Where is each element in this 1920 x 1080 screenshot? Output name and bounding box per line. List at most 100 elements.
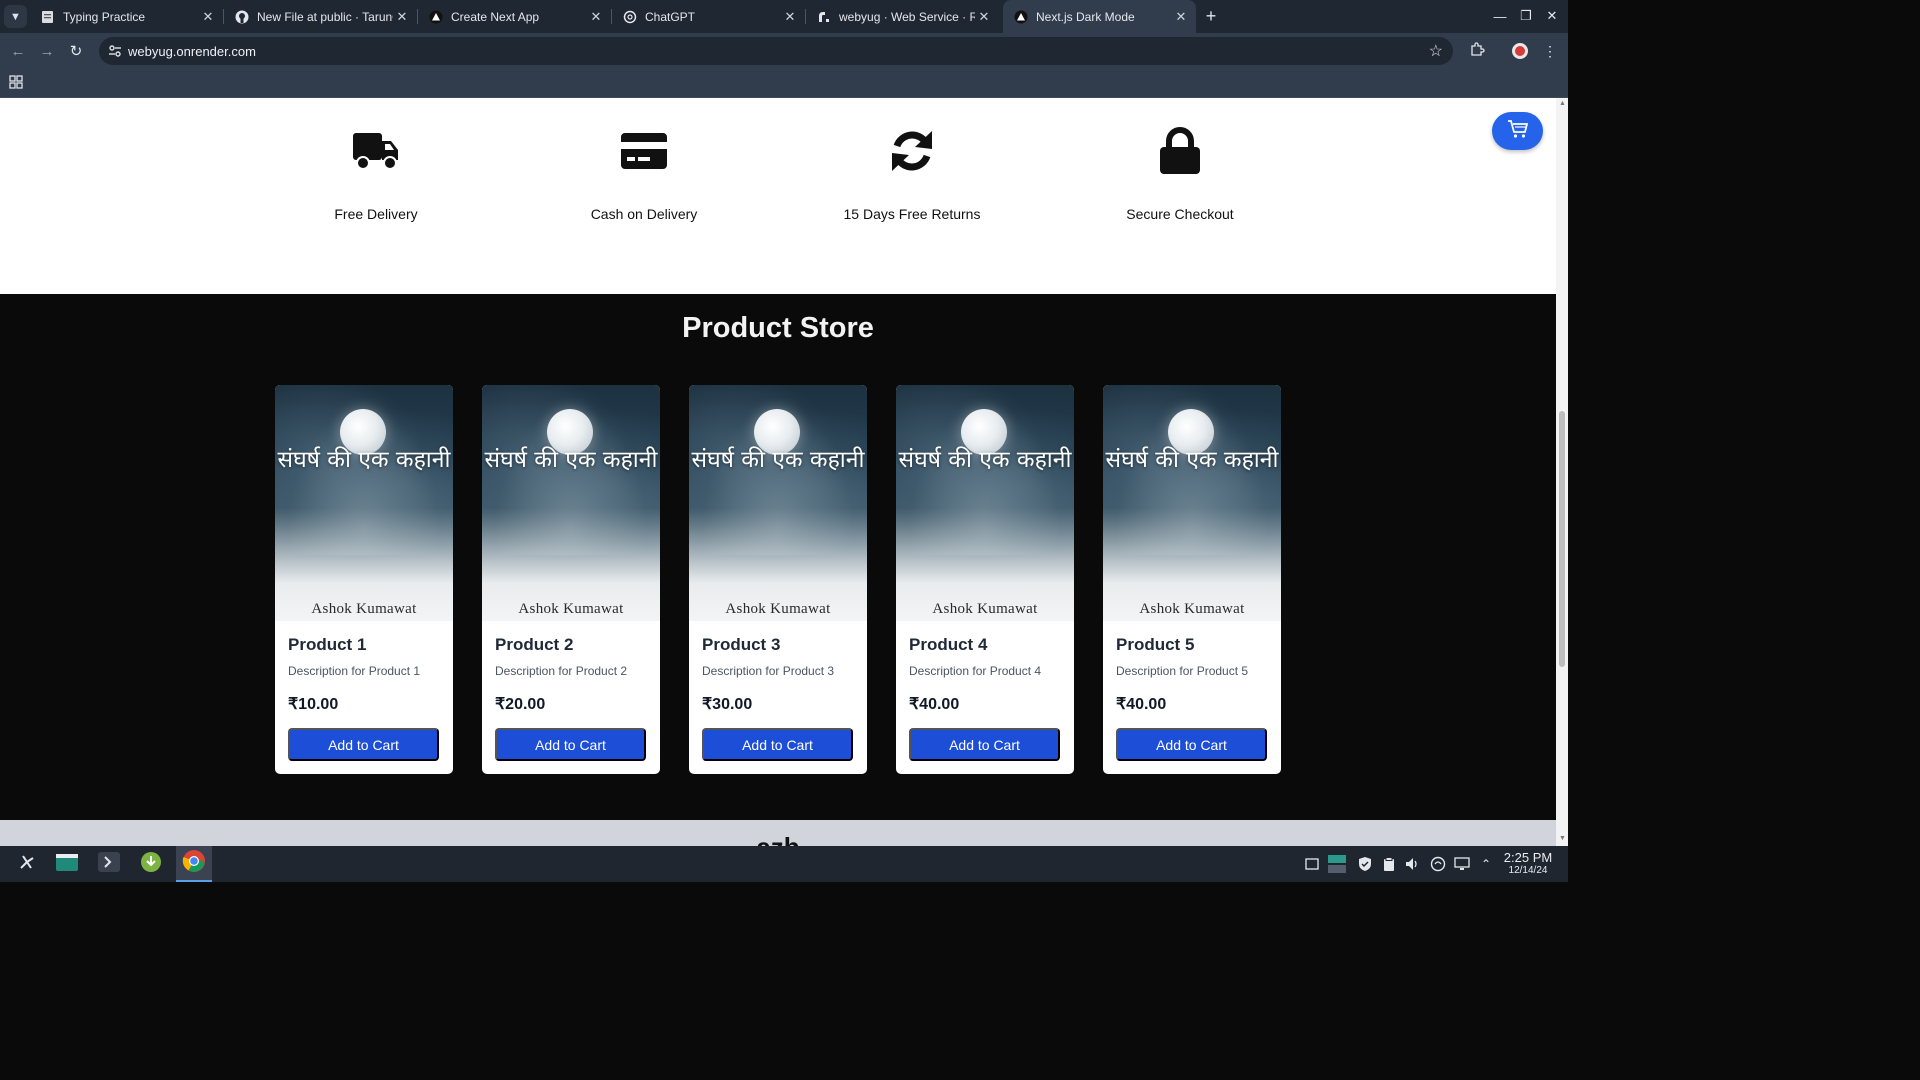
profile-button[interactable] (1509, 40, 1531, 62)
display-icon[interactable] (1453, 855, 1471, 873)
scroll-down-icon[interactable]: ▼ (1559, 835, 1566, 842)
add-to-cart-button[interactable]: Add to Cart (495, 728, 646, 761)
cover-author: Ashok Kumawat (725, 601, 831, 617)
cover-author: Ashok Kumawat (1139, 601, 1245, 617)
footer-logo: azb (0, 832, 1556, 846)
truck-icon (276, 126, 476, 176)
scrollbar-thumb[interactable] (1559, 411, 1565, 667)
shield-icon[interactable] (1356, 855, 1374, 873)
cover-author: Ashok Kumawat (518, 601, 624, 617)
credit-card-icon (544, 126, 744, 176)
taskbar-files[interactable] (49, 846, 85, 882)
browser-tab[interactable]: Create Next App ✕ (418, 0, 612, 33)
product-store-section: Product Store संघर्ष की एक कहानी Ashok K… (0, 294, 1556, 820)
terminal-icon (97, 851, 121, 878)
tab-search-button[interactable]: ▼ (4, 5, 27, 28)
product-image[interactable]: संघर्ष की एक कहानी Ashok Kumawat (482, 385, 660, 621)
close-icon[interactable]: ✕ (587, 8, 605, 26)
product-price: ₹20.00 (495, 696, 546, 713)
chevron-down-icon: ▼ (10, 10, 21, 23)
browser-tab[interactable]: ChatGPT ✕ (612, 0, 806, 33)
openai-icon (622, 9, 637, 24)
new-tab-button[interactable]: + (1200, 5, 1222, 27)
triangle-icon (428, 9, 443, 24)
cover-author: Ashok Kumawat (932, 601, 1038, 617)
product-name: Product 1 (288, 635, 367, 654)
lock-icon (1080, 126, 1280, 176)
taskbar-chrome[interactable] (176, 846, 212, 882)
close-icon[interactable]: ✕ (393, 8, 411, 26)
feature-item: Cash on Delivery (544, 126, 744, 222)
feature-label: Cash on Delivery (590, 206, 698, 222)
url-text: webyug.onrender.com (128, 44, 256, 59)
back-button[interactable]: ← (7, 40, 29, 62)
browser-tab[interactable]: Typing Practice ✕ (30, 0, 224, 33)
bookmark-star-icon[interactable]: ☆ (1429, 41, 1443, 61)
taskbar-clock[interactable]: 2:25 PM 12/14/24 (1497, 850, 1559, 876)
taskbar-updater[interactable] (133, 846, 169, 882)
scroll-up-icon[interactable]: ▲ (1559, 100, 1566, 107)
tab-title: New File at public · TarunGu (257, 9, 393, 24)
product-price: ₹10.00 (288, 696, 339, 713)
workspace-icon[interactable] (1328, 855, 1346, 873)
minimize-icon: — (1493, 8, 1507, 24)
product-image[interactable]: संघर्ष की एक कहानी Ashok Kumawat (1103, 385, 1281, 621)
browser-tab-strip: ▼ Typing Practice ✕ New File at public ·… (0, 0, 1568, 33)
address-bar[interactable]: webyug.onrender.com ☆ (99, 37, 1453, 65)
cover-title: संघर्ष की एक कहानी (691, 447, 865, 473)
puzzle-icon (1470, 42, 1485, 60)
arrow-left-icon: ← (10, 42, 26, 60)
forward-button[interactable]: → (36, 40, 58, 62)
feature-label: Secure Checkout (1126, 206, 1234, 222)
product-price: ₹40.00 (1116, 696, 1167, 713)
tab-title: Create Next App (451, 9, 540, 24)
browser-toolbar: ← → ↻ webyug.onrender.com ☆ ⋮ (0, 33, 1568, 69)
tab-title: Typing Practice (63, 9, 146, 24)
network-icon[interactable] (1429, 855, 1447, 873)
triangle-icon (1013, 9, 1028, 24)
clock-time: 2:25 PM (1503, 850, 1553, 865)
browser-tab[interactable]: webyug · Web Service · R ✕ (806, 0, 999, 33)
close-window-button[interactable]: ✕ (1542, 6, 1562, 26)
tray-expand-icon[interactable]: ⌃ (1477, 855, 1495, 873)
show-desktop-icon[interactable] (1303, 855, 1321, 873)
product-image[interactable]: संघर्ष की एक कहानी Ashok Kumawat (275, 385, 453, 621)
add-to-cart-button[interactable]: Add to Cart (1116, 728, 1267, 761)
browser-tab-active[interactable]: Next.js Dark Mode ✕ (1003, 0, 1196, 33)
page-scrollbar[interactable]: ▲ ▼ (1556, 98, 1568, 846)
section-title: Product Store (682, 312, 874, 344)
reload-button[interactable]: ↻ (65, 40, 87, 62)
features-section: Free Delivery Cash on Delivery 15 Days F… (0, 98, 1556, 294)
browser-tab[interactable]: New File at public · TarunGu ✕ (224, 0, 418, 33)
add-to-cart-button[interactable]: Add to Cart (909, 728, 1060, 761)
restore-button[interactable]: ❐ (1516, 6, 1536, 26)
add-to-cart-button[interactable]: Add to Cart (288, 728, 439, 761)
feature-label: Free Delivery (334, 206, 418, 222)
feature-item: Free Delivery (276, 126, 476, 222)
product-card: संघर्ष की एक कहानी Ashok Kumawat Product… (1103, 385, 1281, 774)
minimize-button[interactable]: — (1490, 6, 1510, 26)
product-name: Product 2 (495, 635, 574, 654)
cart-button[interactable] (1492, 112, 1543, 150)
product-image[interactable]: संघर्ष की एक कहानी Ashok Kumawat (896, 385, 1074, 621)
more-vertical-icon: ⋮ (1543, 42, 1557, 59)
extensions-button[interactable] (1466, 40, 1488, 62)
volume-icon[interactable] (1404, 855, 1422, 873)
site-info-icon[interactable] (108, 44, 122, 58)
cover-title: संघर्ष की एक कहानी (277, 447, 451, 473)
close-icon[interactable]: ✕ (199, 8, 217, 26)
close-icon[interactable]: ✕ (1172, 8, 1190, 26)
document-icon (40, 9, 55, 24)
app-launcher-button[interactable] (9, 846, 45, 882)
add-to-cart-button[interactable]: Add to Cart (702, 728, 853, 761)
apps-grid-icon[interactable] (9, 75, 23, 89)
os-taskbar: ⌃ 2:25 PM 12/14/24 (0, 846, 1568, 882)
product-image[interactable]: संघर्ष की एक कहानी Ashok Kumawat (689, 385, 867, 621)
product-description: Description for Product 5 (1116, 664, 1249, 678)
taskbar-terminal[interactable] (91, 846, 127, 882)
render-icon (816, 9, 831, 24)
close-icon[interactable]: ✕ (975, 8, 993, 26)
close-icon[interactable]: ✕ (781, 8, 799, 26)
chrome-menu-button[interactable]: ⋮ (1539, 40, 1561, 62)
clipboard-icon[interactable] (1380, 855, 1398, 873)
